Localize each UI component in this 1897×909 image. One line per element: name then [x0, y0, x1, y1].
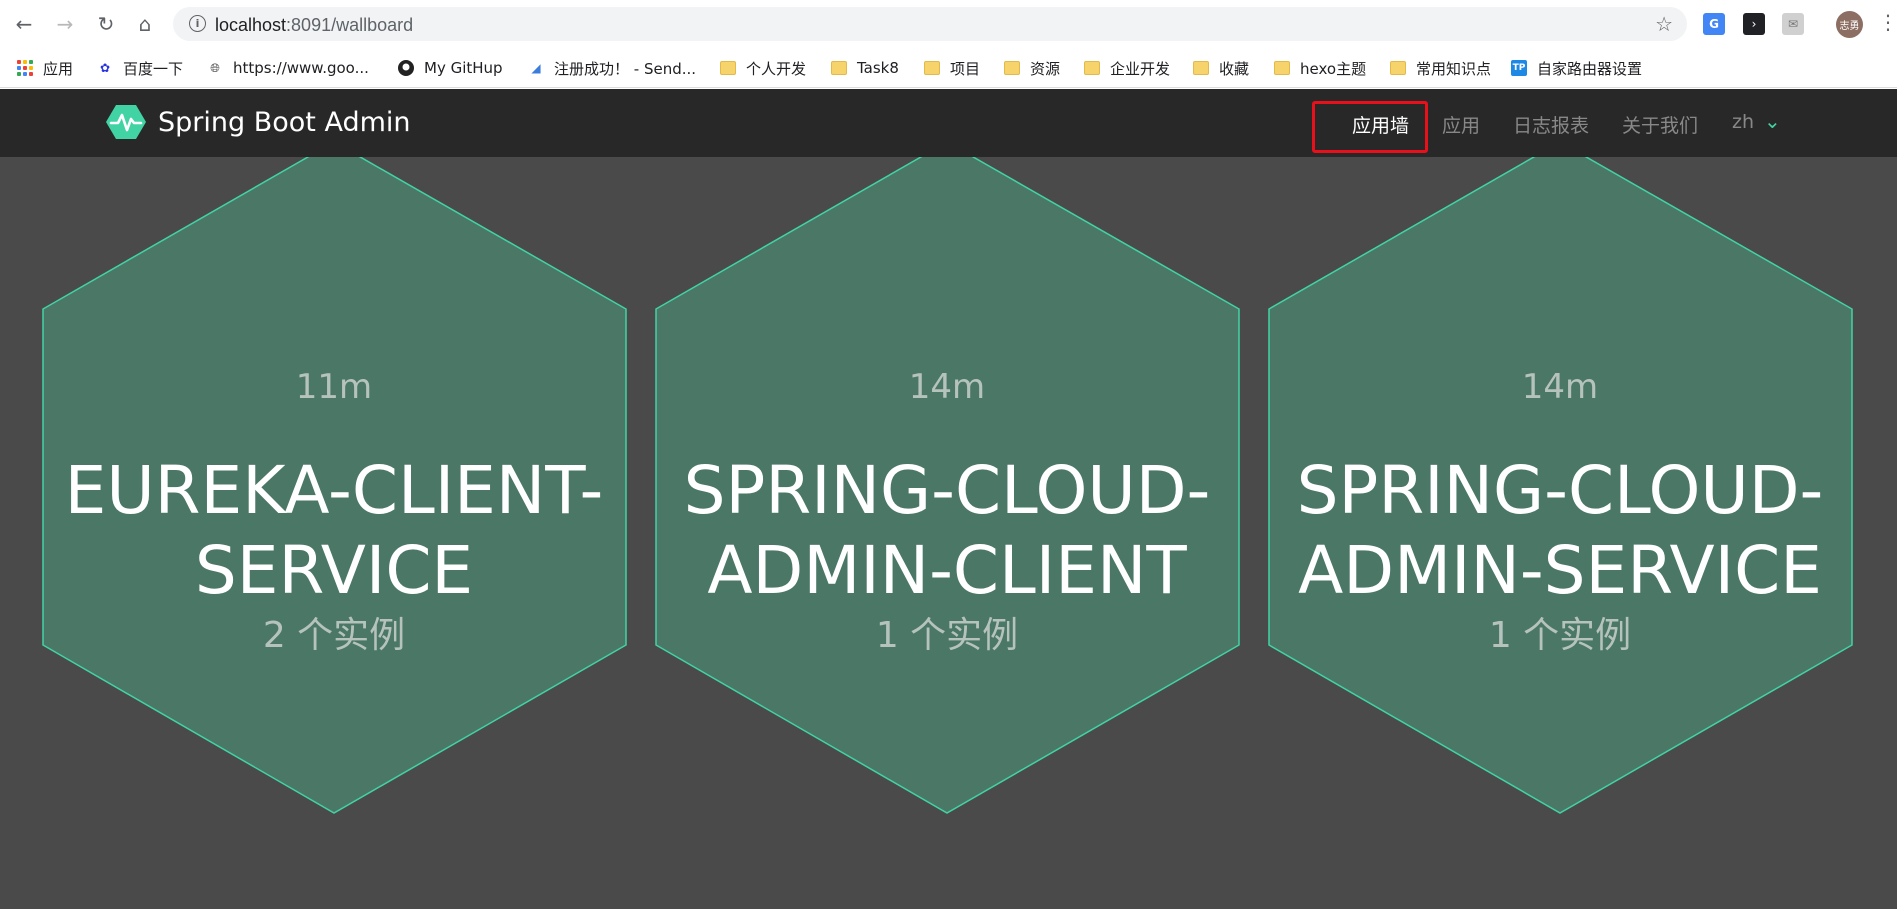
application-name-line: EUREKA-CLIENT- — [64, 452, 604, 529]
bookmark-baidu[interactable]: ✿ 百度一下 — [97, 57, 183, 79]
home-icon[interactable]: ⌂ — [133, 12, 157, 36]
bookmark-label: Task8 — [857, 59, 899, 77]
apps-icon — [17, 60, 33, 76]
sendcloud-icon: ◢ — [531, 61, 541, 75]
bookmark-label: 百度一下 — [123, 59, 184, 78]
bookmark-google[interactable]: 🌐︎ https://www.goo... — [207, 57, 369, 79]
application-instance-count: 2 个实例 — [262, 615, 406, 656]
application-wallboard: 11m EUREKA-CLIENT- SERVICE 2 个实例 14m SPR… — [0, 157, 1897, 909]
bookmark-folder-enterprise-dev[interactable]: 企业开发 — [1084, 57, 1170, 79]
top-navbar: Spring Boot Admin 应用墙 应用 日志报表 关于我们 zh ⌄ — [0, 89, 1897, 157]
spring-boot-admin-app: Spring Boot Admin 应用墙 应用 日志报表 关于我们 zh ⌄ … — [0, 89, 1897, 909]
application-name-line: SERVICE — [194, 532, 474, 609]
tp-link-icon: TP — [1511, 60, 1527, 76]
forward-arrow-icon[interactable]: → — [53, 12, 77, 36]
application-name-line: ADMIN-CLIENT — [707, 532, 1187, 609]
menu-kebab-icon[interactable]: ⋮ — [1878, 10, 1897, 34]
bookmarks-bar: 应用 ✿ 百度一下 🌐︎ https://www.goo... My GitHu… — [0, 48, 1897, 88]
nav-about[interactable]: 关于我们 — [1622, 111, 1698, 138]
application-instance-count: 1 个实例 — [1488, 615, 1632, 656]
mail-extension-icon[interactable]: ✉ — [1782, 13, 1804, 35]
bookmark-folder-task8[interactable]: Task8 — [831, 57, 899, 79]
folder-icon — [1004, 61, 1020, 75]
bookmark-label: 资源 — [1030, 59, 1061, 78]
bookmark-folder-favorites[interactable]: 收藏 — [1193, 57, 1249, 79]
brand[interactable]: Spring Boot Admin — [106, 102, 411, 142]
application-name-line: ADMIN-SERVICE — [1298, 532, 1822, 609]
application-name-line: SPRING-CLOUD- — [683, 452, 1211, 529]
application-name-line: SPRING-CLOUD- — [1296, 452, 1824, 529]
bookmark-router-settings[interactable]: TP 自家路由器设置 — [1511, 57, 1642, 79]
site-info-icon[interactable]: i — [189, 15, 206, 32]
bookmark-label: 企业开发 — [1110, 59, 1171, 78]
bookmark-label: https://www.goo... — [233, 59, 369, 77]
application-uptime: 14m — [1521, 367, 1599, 407]
folder-icon — [1390, 61, 1406, 75]
bookmark-label: 项目 — [950, 59, 981, 78]
app-title: Spring Boot Admin — [158, 106, 411, 138]
language-select[interactable]: zh — [1732, 111, 1754, 133]
chevron-down-icon[interactable]: ⌄ — [1764, 109, 1781, 133]
bookmark-folder-hexo-theme[interactable]: hexo主题 — [1274, 57, 1366, 79]
bookmark-label: 常用知识点 — [1416, 59, 1492, 78]
nav-applications[interactable]: 应用 — [1442, 111, 1480, 138]
globe-icon: 🌐︎ — [210, 60, 220, 75]
back-arrow-icon[interactable]: ← — [12, 12, 36, 36]
bookmark-label: My GitHup — [424, 59, 503, 77]
folder-icon — [924, 61, 940, 75]
url-path: :8091/wallboard — [286, 15, 414, 35]
folder-icon — [831, 61, 847, 75]
terminal-extension-icon[interactable]: › — [1743, 13, 1765, 35]
url-host: localhost — [215, 15, 287, 35]
translate-extension-icon[interactable]: G — [1703, 13, 1725, 35]
bookmark-label: 注册成功！ - Send... — [554, 59, 697, 78]
bookmark-label: 自家路由器设置 — [1537, 59, 1643, 78]
heartbeat-logo-icon — [106, 105, 146, 139]
bookmark-label: 收藏 — [1219, 59, 1250, 78]
folder-icon — [720, 61, 736, 75]
folder-icon — [1274, 61, 1290, 75]
address-bar[interactable]: i localhost:8091/wallboard ☆ — [173, 7, 1687, 41]
bookmark-folder-resources[interactable]: 资源 — [1004, 57, 1060, 79]
folder-icon — [1084, 61, 1100, 75]
bookmark-folder-knowledge[interactable]: 常用知识点 — [1390, 57, 1491, 79]
bookmark-label: 个人开发 — [746, 59, 807, 78]
nav-wallboard[interactable]: 应用墙 — [1352, 111, 1409, 138]
bookmark-star-icon[interactable]: ☆ — [1655, 12, 1673, 36]
bookmark-folder-personal-dev[interactable]: 个人开发 — [720, 57, 806, 79]
application-instance-count: 1 个实例 — [875, 615, 1019, 656]
baidu-paw-icon: ✿ — [99, 61, 111, 75]
reload-icon[interactable]: ↻ — [94, 12, 118, 36]
application-uptime: 11m — [295, 367, 373, 407]
bookmark-apps[interactable]: 应用 — [17, 57, 73, 79]
github-icon — [398, 60, 414, 76]
avatar[interactable]: 志勇 — [1836, 11, 1863, 38]
bookmark-github[interactable]: My GitHup — [398, 57, 503, 79]
bookmark-label: 应用 — [43, 59, 74, 78]
bookmark-folder-projects[interactable]: 项目 — [924, 57, 980, 79]
url-text[interactable]: localhost:8091/wallboard — [215, 15, 413, 36]
application-uptime: 14m — [908, 367, 986, 407]
folder-icon — [1193, 61, 1209, 75]
browser-toolbar: ← → ↻ ⌂ i localhost:8091/wallboard ☆ G ›… — [0, 0, 1897, 48]
nav-journal[interactable]: 日志报表 — [1513, 111, 1589, 138]
bookmark-label: hexo主题 — [1300, 59, 1367, 78]
bookmark-sendcloud[interactable]: ◢ 注册成功！ - Send... — [528, 57, 696, 79]
